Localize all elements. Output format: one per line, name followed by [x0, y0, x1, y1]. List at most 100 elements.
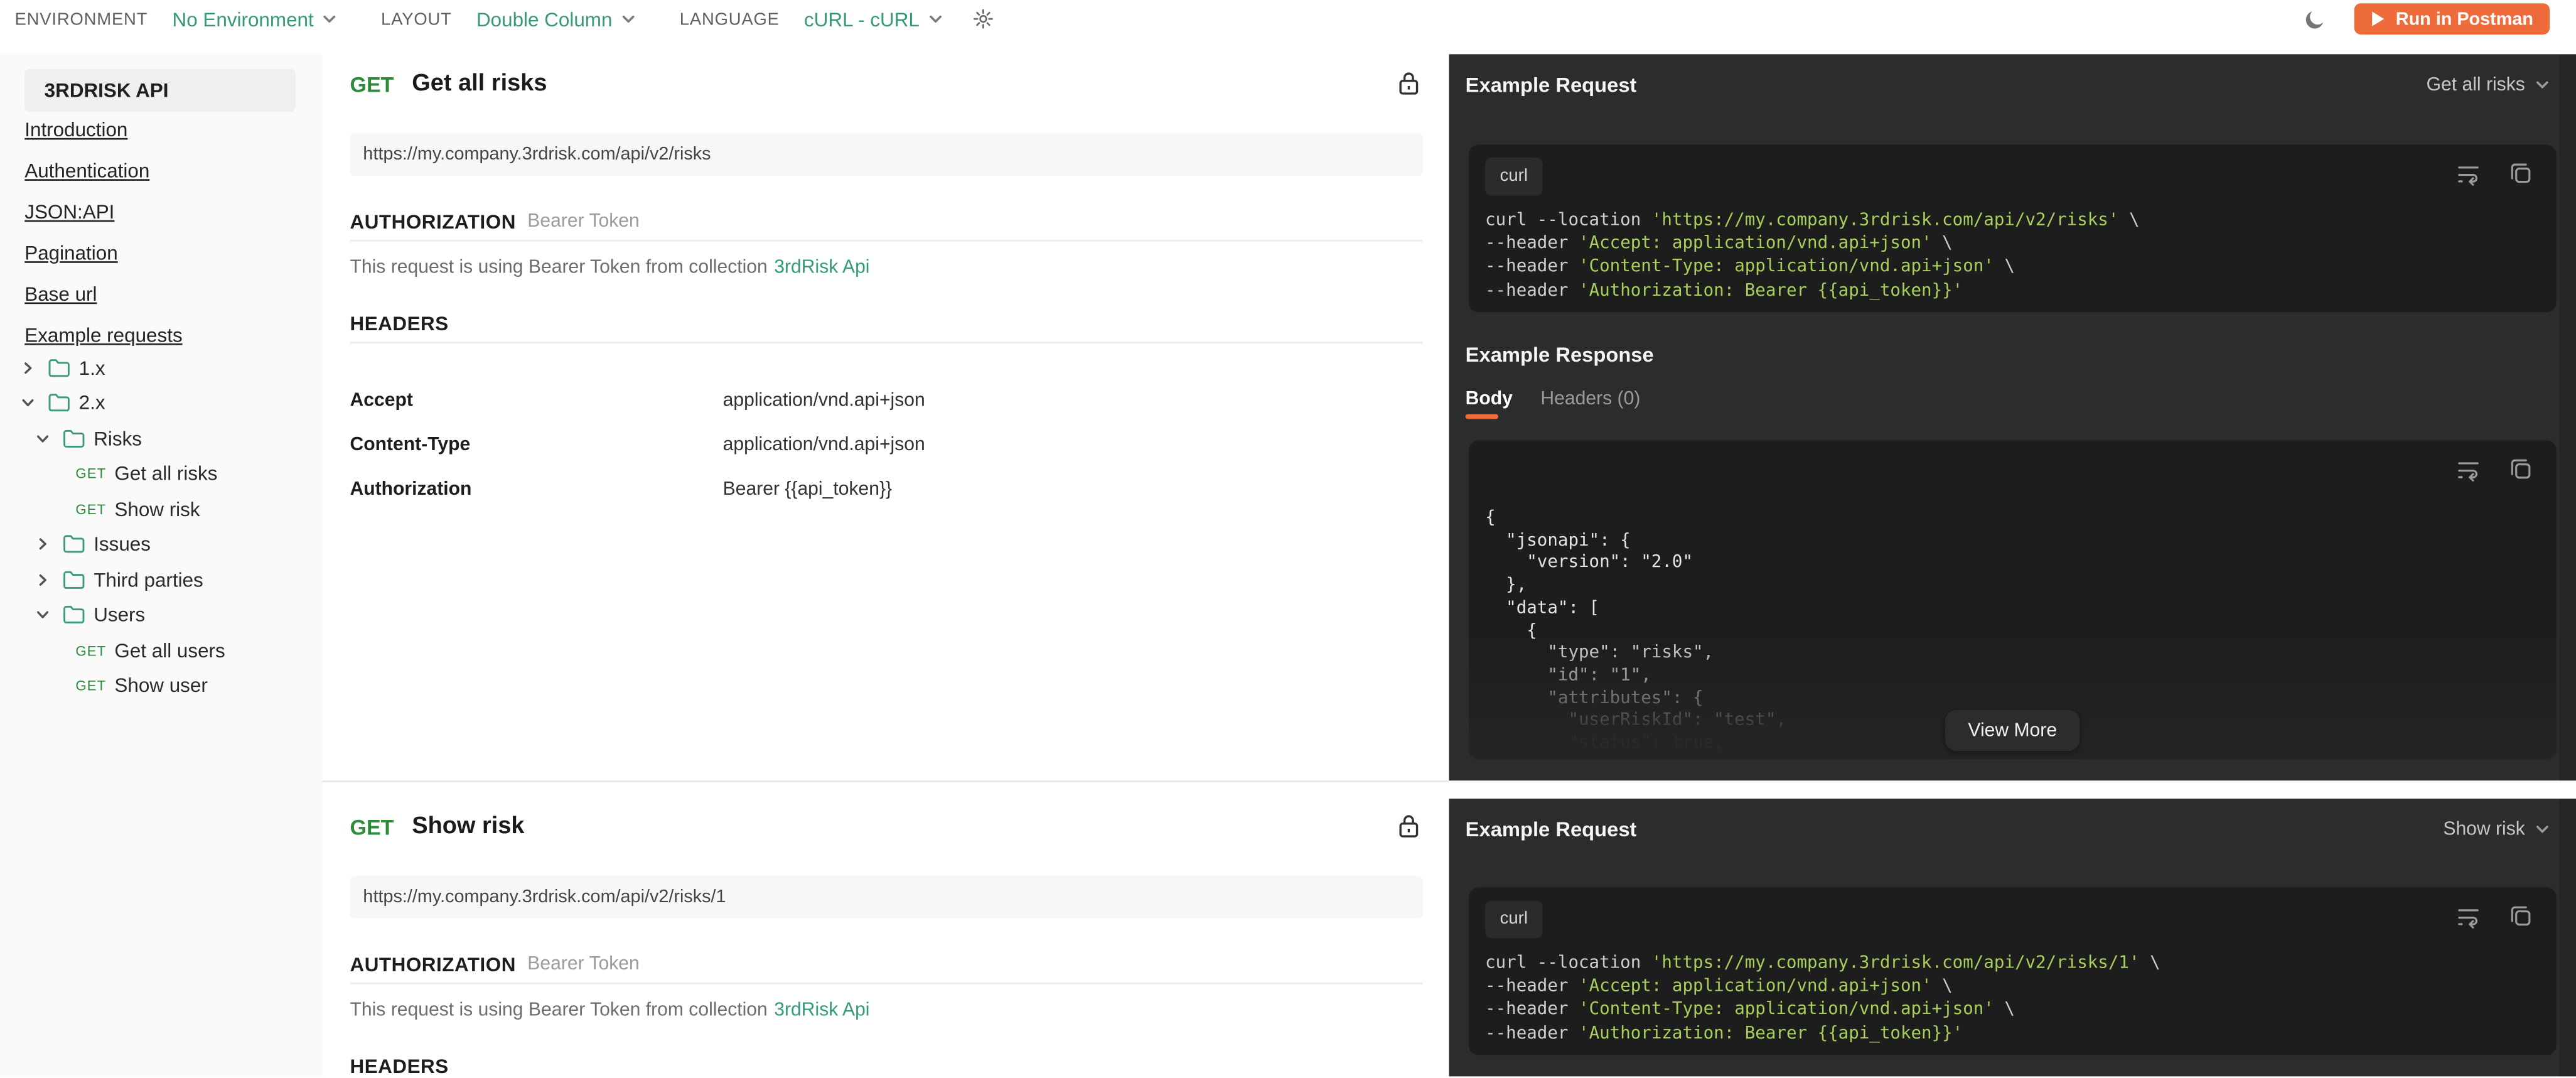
code-line: --header 'Content-Type: application/vnd.… — [1485, 998, 2160, 1021]
folder-icon — [62, 605, 85, 625]
headers-heading: HEADERS — [350, 1055, 448, 1078]
chevron-down-icon — [2535, 822, 2550, 837]
request-url: https://my.company.3rdrisk.com/api/v2/ri… — [350, 133, 1422, 176]
language-label: LANGUAGE — [680, 9, 780, 28]
collection-link[interactable]: 3rdRisk Api — [774, 1001, 869, 1020]
wrap-text-icon[interactable] — [2456, 161, 2481, 186]
example-selector-dropdown[interactable]: Get all risks — [2427, 75, 2550, 94]
dark-mode-moon-icon[interactable] — [2304, 8, 2327, 31]
code-line: --header 'Accept: application/vnd.api+js… — [1485, 975, 2160, 998]
language-tab-curl[interactable]: curl — [1485, 900, 1542, 938]
folder-icon — [62, 534, 85, 554]
tree-item[interactable]: GET Show user — [0, 668, 322, 703]
request-title-row: GET Get all risks — [350, 67, 547, 100]
authorization-heading: AUTHORIZATION — [350, 953, 515, 976]
code-line: --header 'Accept: application/vnd.api+js… — [1485, 232, 2139, 256]
request-url: https://my.company.3rdrisk.com/api/v2/ri… — [350, 876, 1422, 919]
tree-item-label: 1.x — [79, 356, 105, 379]
tree-item-label: Get all users — [114, 639, 225, 662]
example-panel-get-all-risks: Example Request Get all risks curl — [1449, 54, 2576, 780]
tree-item[interactable]: Risks — [0, 421, 322, 456]
tree-item[interactable]: Users — [0, 597, 322, 632]
wrap-text-icon[interactable] — [2456, 904, 2481, 929]
chevron-down-icon — [2535, 77, 2550, 92]
method-badge: GET — [75, 677, 106, 694]
header-key: Authorization — [350, 479, 722, 499]
example-request-header: Example Request Get all risks — [1466, 71, 2550, 99]
layout-dropdown[interactable]: Double Column — [476, 8, 613, 31]
lock-icon — [1398, 814, 1419, 838]
header-row: Accept application/vnd.api+json — [350, 378, 925, 423]
tree-item[interactable]: GET Show risk — [0, 492, 322, 527]
tab-body[interactable]: Body — [1466, 389, 1513, 409]
json-line: "data": [ — [1485, 598, 1786, 620]
example-response-header: Example Response — [1466, 342, 1654, 368]
header-row: Content-Type application/vnd.api+json — [350, 423, 925, 467]
sidebar-link[interactable]: JSON:API — [24, 192, 114, 233]
request-tree: 1.x 2.x — [0, 350, 322, 703]
section-divider — [322, 780, 1449, 782]
folder-icon — [62, 428, 85, 448]
chevron-right-icon — [36, 608, 50, 622]
sidebar-link[interactable]: Authentication — [24, 151, 149, 192]
tab-headers[interactable]: Headers (0) — [1540, 389, 1640, 409]
tree-item[interactable]: GET Get all users — [0, 633, 322, 668]
chevron-down-icon[interactable] — [621, 11, 636, 26]
sidebar-link[interactable]: Introduction — [24, 110, 127, 151]
tree-item-label: 2.x — [79, 392, 105, 415]
tree-item[interactable]: Third parties — [0, 562, 322, 597]
example-selector-dropdown[interactable]: Show risk — [2443, 819, 2550, 839]
request-title: Show risk — [412, 814, 524, 840]
headers-heading-row: HEADERS — [350, 1055, 448, 1078]
copy-icon[interactable] — [2509, 161, 2533, 186]
language-dropdown[interactable]: cURL - cURL — [804, 8, 920, 31]
headers-table: Accept application/vnd.api+json Content-… — [350, 378, 925, 511]
copy-icon[interactable] — [2509, 457, 2533, 482]
chevron-down-icon[interactable] — [928, 11, 943, 26]
chevron-right-icon — [21, 396, 35, 409]
json-line: }, — [1485, 575, 1786, 598]
header-value: application/vnd.api+json — [723, 391, 925, 410]
code-block-actions — [2456, 161, 2533, 186]
view-more-button[interactable]: View More — [1945, 710, 2080, 751]
method-badge: GET — [350, 814, 394, 839]
tree-item[interactable]: GET Get all risks — [0, 456, 322, 491]
run-in-postman-button[interactable]: Run in Postman — [2354, 3, 2550, 35]
code-block-actions — [2456, 904, 2533, 929]
code-line: --header 'Authorization: Bearer {{api_to… — [1485, 279, 2139, 302]
divider — [350, 342, 1422, 343]
request-doc-column: GET Get all risks https://my.company.3rd… — [322, 54, 1449, 1076]
sidebar-link[interactable]: Base url — [24, 274, 97, 315]
code-block-actions — [2456, 457, 2533, 482]
topbar: ENVIRONMENT No Environment LAYOUT Double… — [0, 0, 2576, 38]
copy-icon[interactable] — [2509, 904, 2533, 929]
tree-item-label: Risks — [94, 427, 142, 450]
authorization-heading-row: AUTHORIZATION Bearer Token — [350, 953, 639, 976]
header-value: Bearer {{api_token}} — [723, 479, 892, 499]
tree-item[interactable]: Issues — [0, 527, 322, 562]
environment-dropdown[interactable]: No Environment — [173, 8, 314, 31]
language-tab-curl[interactable]: curl — [1485, 158, 1542, 195]
tree-item[interactable]: 1.x — [0, 350, 322, 385]
method-badge: GET — [75, 642, 106, 659]
sidebar-link[interactable]: Pagination — [24, 234, 117, 274]
tree-item-label: Third parties — [94, 568, 203, 591]
authorization-heading-row: AUTHORIZATION Bearer Token — [350, 210, 639, 234]
lock-icon — [1398, 71, 1419, 95]
tree-item-label: Users — [94, 603, 145, 627]
auth-note: This request is using Bearer Token from … — [350, 256, 869, 279]
collection-link[interactable]: 3rdRisk Api — [774, 258, 869, 278]
chevron-down-icon[interactable] — [322, 11, 337, 26]
request-code-block: curl curl --location 'https://my.company… — [1469, 887, 2557, 1055]
curl-code: curl --location 'https://my.company.3rdr… — [1485, 951, 2160, 1045]
example-panel-show-risk: Example Request Show risk curl — [1449, 799, 2576, 1076]
tree-item[interactable]: 2.x — [0, 385, 322, 421]
wrap-text-icon[interactable] — [2456, 457, 2481, 482]
authorization-type: Bearer Token — [527, 955, 640, 974]
request-title-row: GET Show risk — [350, 810, 524, 843]
code-line: --header 'Content-Type: application/vnd.… — [1485, 256, 2139, 279]
collection-title[interactable]: 3RDRISK API — [24, 69, 296, 112]
layout-label: LAYOUT — [381, 9, 452, 28]
sidebar-links: Introduction Authentication JSON:API Pag… — [24, 110, 182, 357]
settings-gear-icon[interactable] — [972, 8, 994, 30]
